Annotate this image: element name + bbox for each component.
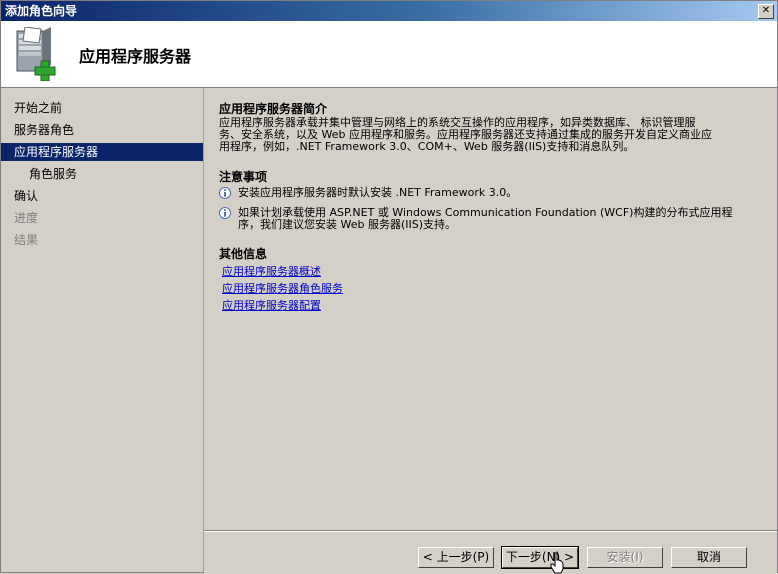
wizard-footer: < 上一步(P) 下一步(N) > 安装(I) 取消 <box>204 530 777 573</box>
close-button[interactable]: ✕ <box>758 4 774 19</box>
wizard-header: 应用程序服务器 <box>1 21 777 88</box>
link-app-server-configuration[interactable]: 应用程序服务器配置 <box>222 299 321 313</box>
wizard-steps: 开始之前 服务器角色 应用程序服务器 角色服务 确认 进度 结果 <box>1 88 204 572</box>
more-info-heading: 其他信息 <box>219 247 268 261</box>
next-button[interactable]: 下一步(N) > <box>501 546 579 569</box>
title-bar[interactable]: 添加角色向导 ✕ <box>1 1 777 21</box>
step-progress: 进度 <box>14 211 39 225</box>
step-role-services[interactable]: 角色服务 <box>1 165 203 183</box>
server-role-add-icon <box>16 27 56 81</box>
window-title: 添加角色向导 <box>5 4 78 18</box>
link-app-server-role-services[interactable]: 应用程序服务器角色服务 <box>222 282 343 296</box>
step-before-you-begin[interactable]: 开始之前 <box>1 99 203 117</box>
cancel-button[interactable]: 取消 <box>671 547 747 568</box>
wizard-window: 添加角色向导 ✕ 应用程序服务器 开始之前 服务器角色 应用程序服务器 角色服务… <box>0 0 778 574</box>
intro-line-3: 用程序，例如，.NET Framework 3.0、COM+、Web 服务器(I… <box>219 140 635 153</box>
note-2-line-2: 序，我们建议您安装 Web 服务器(IIS)支持。 <box>238 218 457 231</box>
notes-heading: 注意事项 <box>219 170 268 184</box>
previous-button[interactable]: < 上一步(P) <box>418 547 494 568</box>
step-results: 结果 <box>14 233 39 247</box>
install-button: 安装(I) <box>587 547 663 568</box>
mouse-pointer-icon <box>550 552 564 574</box>
note-1: 安装应用程序服务器时默认安装 .NET Framework 3.0。 <box>219 187 759 201</box>
page-title: 应用程序服务器 <box>79 47 192 66</box>
note-1-text: 安装应用程序服务器时默认安装 .NET Framework 3.0。 <box>238 186 518 199</box>
wizard-content: 应用程序服务器简介 应用程序服务器承载并集中管理与网络上的系统交互操作的应用程序… <box>204 88 777 530</box>
step-confirmation[interactable]: 确认 <box>1 187 203 205</box>
intro-heading: 应用程序服务器简介 <box>219 102 328 116</box>
step-application-server[interactable]: 应用程序服务器 <box>1 143 203 161</box>
info-icon <box>219 207 231 219</box>
step-server-roles[interactable]: 服务器角色 <box>1 121 203 139</box>
note-2: 如果计划承载使用 ASP.NET 或 Windows Communication… <box>219 207 759 233</box>
link-app-server-overview[interactable]: 应用程序服务器概述 <box>222 265 321 279</box>
info-icon <box>219 187 231 199</box>
